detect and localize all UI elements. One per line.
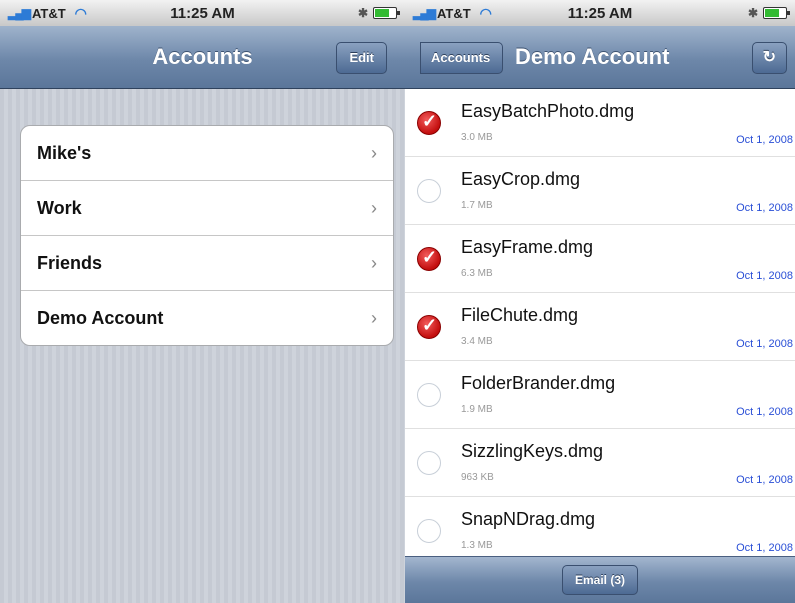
bottom-toolbar: Email (3) <box>405 556 795 603</box>
checkbox-icon[interactable] <box>417 519 441 543</box>
refresh-icon: ↻ <box>762 49 776 66</box>
file-date: Oct 1, 2008 <box>736 542 793 554</box>
status-indicators: ✱ <box>357 6 400 20</box>
checkbox-icon[interactable] <box>417 451 441 475</box>
file-date: Oct 1, 2008 <box>736 338 793 350</box>
back-button[interactable]: Accounts <box>420 42 504 74</box>
file-size: 3.0 MB <box>461 132 493 143</box>
chevron-right-icon: › <box>371 197 377 218</box>
status-bar: ▂▄▆ AT&T ◠ 11:25 AM ✱ <box>405 0 795 26</box>
status-indicators: ✱ <box>747 6 790 20</box>
demo-account-screen: ▂▄▆ AT&T ◠ 11:25 AM ✱ Accounts Demo Acco… <box>405 0 795 603</box>
file-name: EasyFrame.dmg <box>461 237 594 257</box>
file-name: EasyBatchPhoto.dmg <box>461 101 635 121</box>
file-row[interactable]: SizzlingKeys.dmg 963 KB Oct 1, 2008 <box>405 429 795 497</box>
file-row[interactable]: EasyCrop.dmg 1.7 MB Oct 1, 2008 <box>405 157 795 225</box>
file-date: Oct 1, 2008 <box>736 134 793 146</box>
file-name: FileChute.dmg <box>461 305 579 325</box>
file-row[interactable]: EasyFrame.dmg 6.3 MB Oct 1, 2008 <box>405 225 795 293</box>
account-label: Work <box>37 197 82 218</box>
chevron-right-icon: › <box>371 307 377 328</box>
status-time: 11:25 AM <box>567 4 633 22</box>
refresh-button[interactable]: ↻ <box>751 42 787 74</box>
chevron-right-icon: › <box>371 142 377 163</box>
account-item[interactable]: Friends › <box>21 236 393 291</box>
file-row[interactable]: FileChute.dmg 3.4 MB Oct 1, 2008 <box>405 293 795 361</box>
account-label: Friends <box>37 252 103 273</box>
file-name: SnapNDrag.dmg <box>461 509 596 529</box>
file-name: FolderBrander.dmg <box>461 373 616 393</box>
chevron-right-icon: › <box>371 252 377 273</box>
account-item[interactable]: Work › <box>21 181 393 236</box>
battery-icon <box>763 7 790 19</box>
file-date: Oct 1, 2008 <box>736 406 793 418</box>
account-label: Mike's <box>37 142 92 163</box>
nav-bar: Accounts Edit <box>0 26 405 89</box>
file-size: 1.9 MB <box>461 404 493 415</box>
email-button[interactable]: Email (3) <box>562 565 639 595</box>
file-size: 1.7 MB <box>461 200 493 211</box>
file-size: 963 KB <box>461 472 494 483</box>
nav-bar: Accounts Demo Account ↻ <box>405 26 795 89</box>
file-row[interactable]: FolderBrander.dmg 1.9 MB Oct 1, 2008 <box>405 361 795 429</box>
file-date: Oct 1, 2008 <box>736 270 793 282</box>
file-size: 6.3 MB <box>461 268 493 279</box>
checkbox-icon[interactable] <box>417 383 441 407</box>
checkbox-icon[interactable] <box>417 111 441 135</box>
checkbox-icon[interactable] <box>417 179 441 203</box>
file-size: 1.3 MB <box>461 540 493 551</box>
bluetooth-icon: ✱ <box>357 6 368 20</box>
file-date: Oct 1, 2008 <box>736 474 793 486</box>
account-item[interactable]: Demo Account › <box>21 291 393 345</box>
file-size: 3.4 MB <box>461 336 493 347</box>
battery-icon <box>373 7 400 19</box>
checkbox-icon[interactable] <box>417 247 441 271</box>
checkbox-icon[interactable] <box>417 315 441 339</box>
file-name: EasyCrop.dmg <box>461 169 581 189</box>
account-item[interactable]: Mike's › <box>21 126 393 181</box>
back-button-label: Accounts <box>431 50 491 65</box>
file-name: SizzlingKeys.dmg <box>461 441 604 461</box>
file-row[interactable]: SnapNDrag.dmg 1.3 MB Oct 1, 2008 <box>405 497 795 557</box>
accounts-screen: ▂▄▆ AT&T ◠ 11:25 AM ✱ Accounts Edit Mike… <box>0 0 405 603</box>
file-date: Oct 1, 2008 <box>736 202 793 214</box>
status-time: 11:25 AM <box>170 4 235 22</box>
file-row[interactable]: EasyBatchPhoto.dmg 3.0 MB Oct 1, 2008 <box>405 89 795 157</box>
file-list: EasyBatchPhoto.dmg 3.0 MB Oct 1, 2008 Ea… <box>405 89 795 557</box>
bluetooth-icon: ✱ <box>747 6 758 20</box>
status-bar: ▂▄▆ AT&T ◠ 11:25 AM ✱ <box>0 0 405 26</box>
account-label: Demo Account <box>37 307 164 328</box>
edit-button[interactable]: Edit <box>336 42 387 74</box>
accounts-list: Mike's › Work › Friends › Demo Account › <box>20 125 394 346</box>
page-title: Demo Account <box>515 44 670 69</box>
